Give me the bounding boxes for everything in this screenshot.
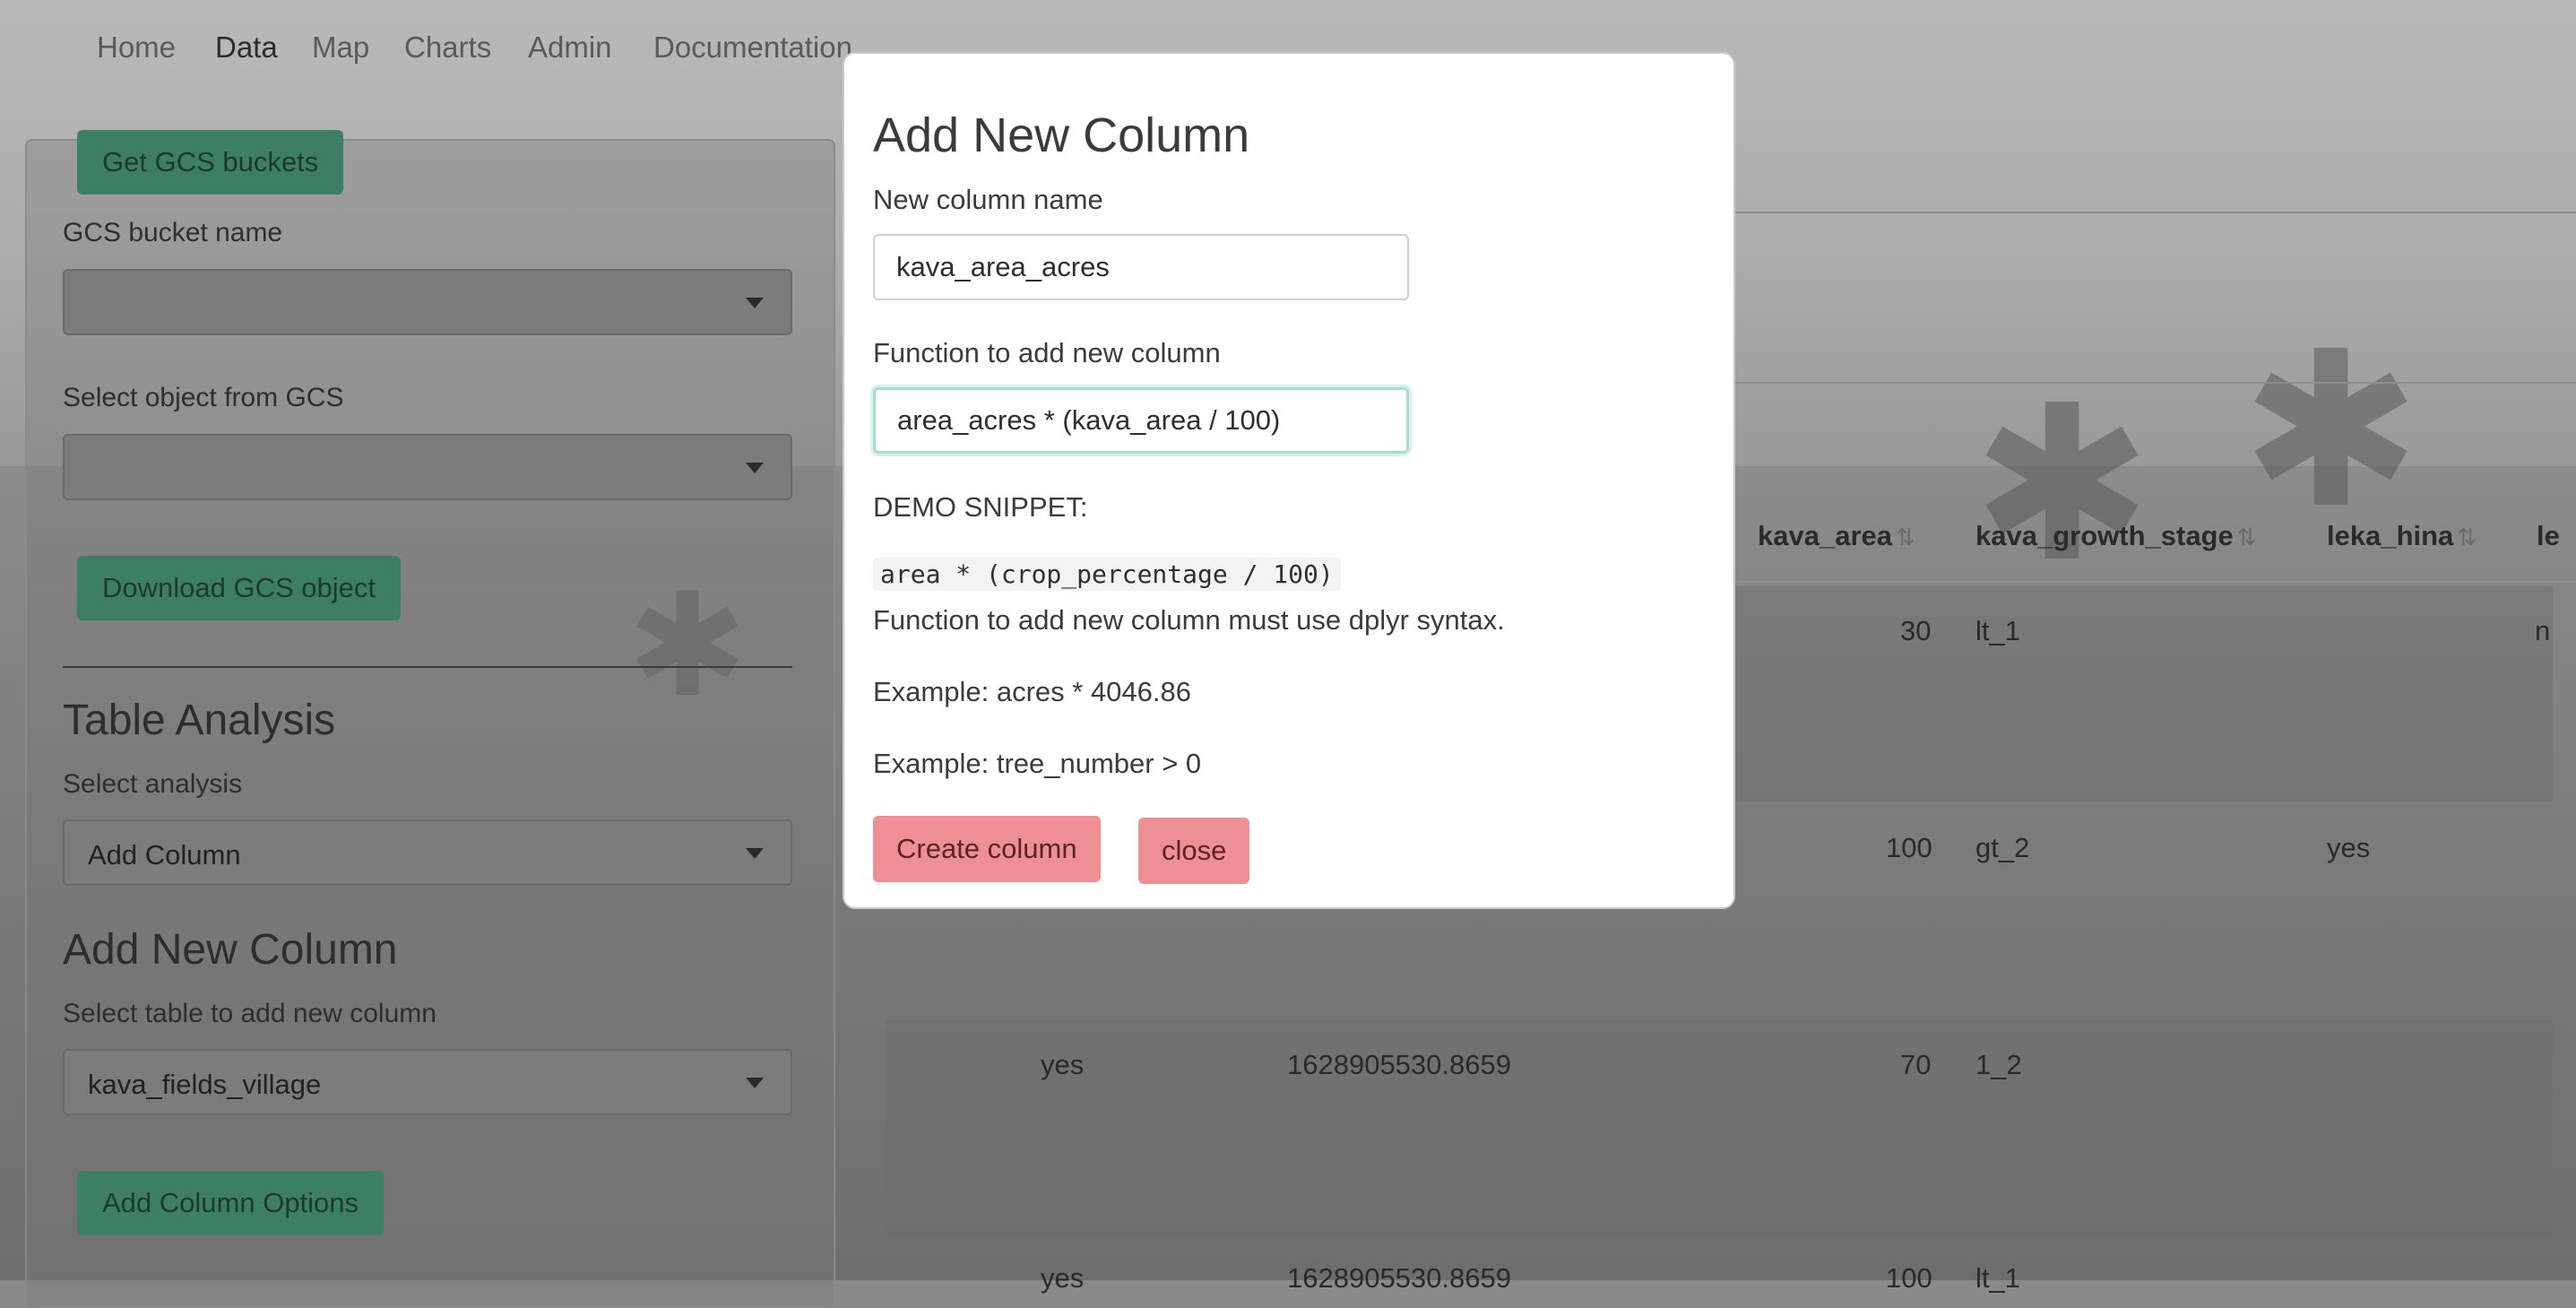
nav-charts[interactable]: Charts [404, 30, 491, 65]
table-cell: 100 [1886, 1262, 1932, 1294]
table-cell: 1_2 [1975, 1049, 2022, 1080]
table-select-value: kava_fields_village [88, 1069, 322, 1100]
analysis-select[interactable]: Add Column [63, 819, 792, 886]
table-cell: yes [1041, 1049, 1085, 1080]
demo-snippet-label: DEMO SNIPPET: [873, 491, 1088, 523]
table-cell: yes [2327, 832, 2371, 863]
nav-documentation[interactable]: Documentation [653, 30, 852, 65]
analysis-label: Select analysis [63, 769, 243, 799]
modal-title: Add New Column [873, 108, 1250, 162]
column-header-label: kava_growth_stage [1975, 520, 2234, 551]
palm-tree-image: ✱ [1972, 364, 2153, 604]
bucket-select[interactable] [63, 269, 792, 335]
table-cell: 1628905530.8659 [1287, 1262, 1511, 1294]
table-cell: gt_2 [1975, 832, 2030, 863]
chevron-down-icon [746, 463, 764, 473]
table-cell: 70 [1900, 1049, 1932, 1080]
column-name-input[interactable] [873, 234, 1409, 300]
example-text-2: Example: tree_number > 0 [873, 748, 1202, 779]
add-column-options-button[interactable]: Add Column Options [77, 1171, 385, 1235]
get-gcs-buckets-button[interactable]: Get GCS buckets [77, 130, 344, 195]
table-cell: 30 [1900, 615, 1932, 646]
add-column-heading: Add New Column [63, 926, 398, 974]
column-header-kava-growth-stage[interactable]: kava_growth_stage ⇅ [1975, 520, 2257, 552]
sidebar-divider [63, 666, 792, 668]
table-cell: yes [1041, 1262, 1085, 1294]
demo-snippet-code: area * (crop_percentage / 100) [873, 558, 1341, 591]
analysis-select-value: Add Column [88, 839, 241, 871]
sort-icon[interactable]: ⇅ [2237, 524, 2257, 550]
palm-tree-image: ✱ [2241, 310, 2422, 550]
bucket-label: GCS bucket name [63, 218, 283, 247]
column-header-label: le [2537, 520, 2560, 551]
sort-icon[interactable]: ⇅ [1896, 524, 1915, 550]
table-cell: 100 [1886, 832, 1932, 863]
download-gcs-object-button[interactable]: Download GCS object [77, 556, 401, 620]
example-text-1: Example: acres * 4046.86 [873, 676, 1191, 707]
nav-map[interactable]: Map [312, 30, 369, 65]
function-input[interactable] [873, 387, 1409, 454]
add-column-modal: Add New Column New column name Function … [843, 52, 1735, 909]
chevron-down-icon [746, 298, 764, 308]
create-column-button[interactable]: Create column [873, 816, 1101, 882]
dplyr-note: Function to add new column must use dply… [873, 604, 1505, 636]
nav-data[interactable]: Data [215, 30, 278, 65]
chevron-down-icon [746, 848, 764, 859]
sort-icon[interactable]: ⇅ [2457, 524, 2477, 550]
chevron-down-icon [746, 1078, 764, 1088]
table-select-label: Select table to add new column [63, 999, 437, 1028]
column-header-label: kava_area [1758, 520, 1892, 551]
column-header-leka-hina[interactable]: leka_hina ⇅ [2327, 520, 2477, 552]
object-label: Select object from GCS [63, 383, 344, 412]
nav-admin[interactable]: Admin [528, 30, 612, 65]
table-cell: n [2535, 615, 2551, 646]
table-analysis-heading: Table Analysis [63, 697, 336, 744]
column-header-label: leka_hina [2327, 520, 2454, 551]
table-select[interactable]: kava_fields_village [63, 1049, 792, 1115]
column-header-kava-area[interactable]: kava_area ⇅ [1758, 520, 1915, 552]
function-label: Function to add new column [873, 337, 1221, 368]
table-cell: lt_1 [1975, 615, 2020, 646]
table-cell: 1628905530.8659 [1287, 1049, 1511, 1080]
object-select[interactable] [63, 434, 792, 500]
column-header-truncated[interactable]: le [2537, 520, 2560, 552]
close-button[interactable]: close [1138, 818, 1250, 884]
table-cell: lt_1 [1975, 1262, 2020, 1294]
nav-home[interactable]: Home [97, 30, 176, 65]
column-name-label: New column name [873, 184, 1103, 215]
table-row [886, 1020, 2553, 1235]
